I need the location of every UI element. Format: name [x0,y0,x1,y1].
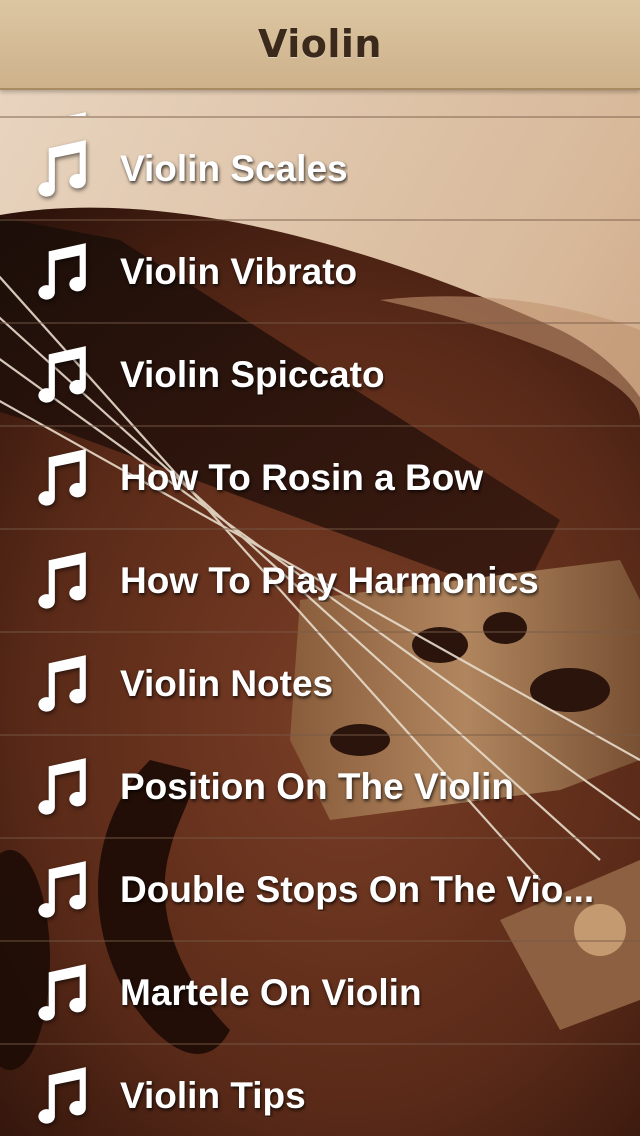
navigation-bar: Violin [0,0,640,90]
list-item[interactable]: Martele On Violin [0,942,640,1045]
list-item-label: How To Rosin a Bow [120,456,484,498]
list-item-label: Violin Tips [120,1074,306,1116]
music-note-icon [68,112,86,116]
music-note-icon [38,757,86,815]
list-item[interactable]: Double Stops On The Vio... [0,839,640,942]
music-note-icon [38,139,86,197]
music-note-icon [38,860,86,918]
music-note-icon [38,1066,86,1124]
music-note-icon [38,551,86,609]
list-item[interactable]: Violin Spiccato [0,324,640,427]
list-item-label: Violin Scales [120,147,348,189]
list-item-label: Violin Spiccato [120,353,385,395]
music-note-icon [38,448,86,506]
list-item[interactable]: Violin Scales [0,118,640,221]
list-item[interactable]: Violin Tips [0,1045,640,1136]
list-item[interactable]: How To Play Harmonics [0,530,640,633]
list-item[interactable]: Violin Vibrato [0,221,640,324]
music-note-icon [38,242,86,300]
topic-list[interactable]: Violin Scales Violin Vibrato Violin Spic… [0,90,640,1136]
music-note-icon [38,345,86,403]
list-item-partial[interactable] [0,90,640,118]
list-item-label: Violin Vibrato [120,250,358,292]
list-item-label: Double Stops On The Vio... [120,868,595,910]
list-item-label: How To Play Harmonics [120,559,539,601]
list-item-label: Martele On Violin [120,971,422,1013]
list-item[interactable]: How To Rosin a Bow [0,427,640,530]
page-title: Violin [258,22,382,66]
list-item-label: Violin Notes [120,662,334,704]
list-item-label: Position On The Violin [120,765,514,807]
app-screen: Violin Violin Scales Violin Vibrato Viol… [0,0,640,1136]
list-item[interactable]: Violin Notes [0,633,640,736]
music-note-icon [38,654,86,712]
music-note-icon [38,963,86,1021]
list-item[interactable]: Position On The Violin [0,736,640,839]
